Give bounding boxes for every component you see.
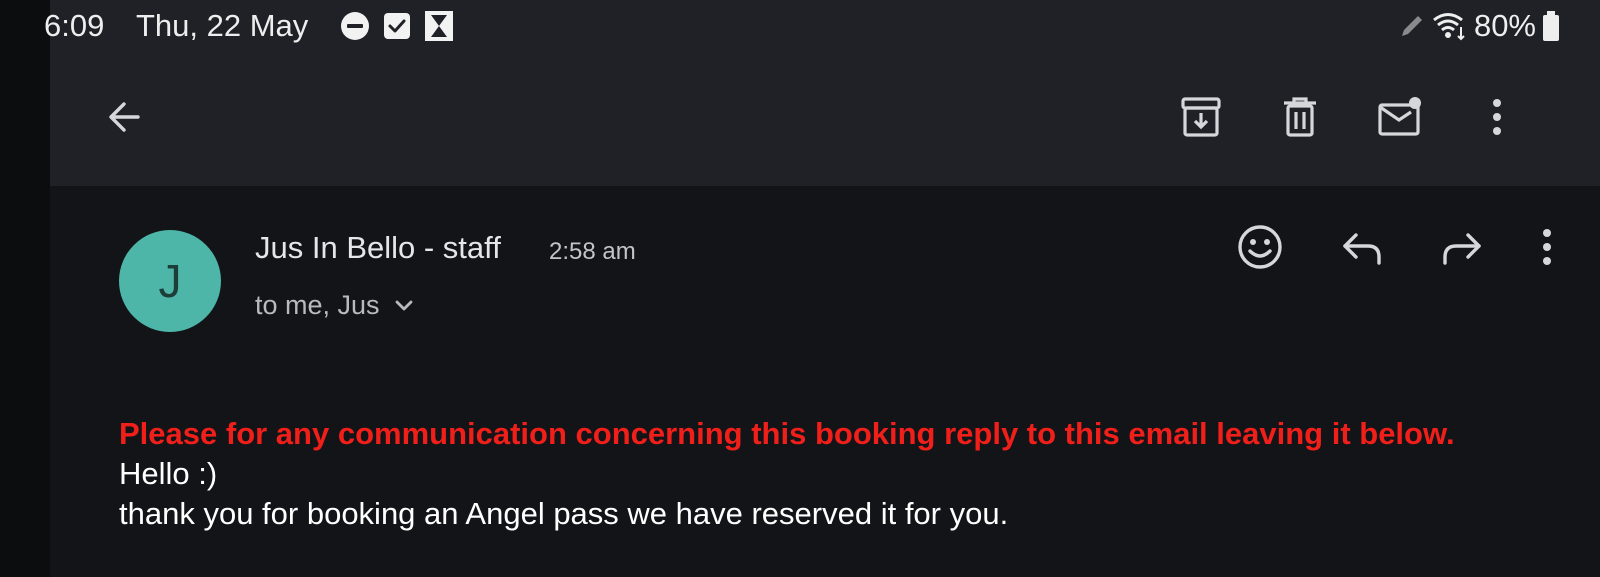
mark-unread-button[interactable]	[1373, 90, 1427, 144]
sender-avatar[interactable]: J	[119, 230, 221, 332]
reply-button[interactable]	[1335, 220, 1389, 274]
left-edge-strip	[0, 0, 50, 577]
email-time: 2:58 am	[549, 238, 636, 265]
forward-button[interactable]	[1435, 220, 1489, 274]
chevron-down-icon	[395, 300, 412, 310]
archive-icon	[1181, 97, 1221, 137]
message-more-options-button[interactable]	[1527, 220, 1567, 274]
forward-icon	[1443, 233, 1481, 265]
sender-name: Jus In Bello - staff	[255, 230, 501, 265]
email-body: Please for any communication concerning …	[119, 414, 1579, 534]
reply-instruction-notice: Please for any communication concerning …	[119, 416, 1455, 451]
more-options-button[interactable]	[1470, 90, 1524, 144]
status-time: 6:09	[44, 8, 105, 43]
greeting-text: Hello :)	[119, 456, 218, 491]
more-vert-icon	[1543, 229, 1551, 265]
status-notification-icons	[340, 11, 454, 41]
status-bar: 6:09 Thu, 22 May 80%	[0, 0, 1600, 54]
message-text: thank you for booking an Angel pass we h…	[119, 496, 1009, 531]
hourglass-icon	[425, 11, 453, 41]
back-button[interactable]	[97, 90, 151, 144]
recipients-label: to me, Jus	[255, 290, 380, 320]
archive-button[interactable]	[1174, 90, 1228, 144]
delete-icon	[1284, 97, 1316, 137]
emoji-icon	[1238, 225, 1282, 269]
wifi-icon	[1433, 13, 1465, 41]
status-date: Thu, 22 May	[136, 8, 309, 43]
app-bar	[50, 78, 1600, 162]
status-system-icons: 80%	[1398, 8, 1560, 44]
battery-percentage: 80%	[1473, 8, 1536, 43]
delete-button[interactable]	[1273, 90, 1327, 144]
reply-icon	[1343, 233, 1381, 265]
recipients-toggle[interactable]: to me, Jus	[255, 290, 414, 321]
battery-icon	[1543, 11, 1559, 41]
more-vert-icon	[1493, 99, 1501, 135]
pen-icon	[1401, 16, 1422, 36]
checkbox-icon	[384, 13, 410, 39]
add-reaction-button[interactable]	[1233, 220, 1287, 274]
email-screen: 6:09 Thu, 22 May 80% J Jus In Bello - st…	[0, 0, 1600, 577]
mark-unread-icon	[1378, 97, 1421, 136]
do-not-disturb-icon	[341, 12, 369, 40]
back-arrow-icon	[109, 102, 140, 132]
